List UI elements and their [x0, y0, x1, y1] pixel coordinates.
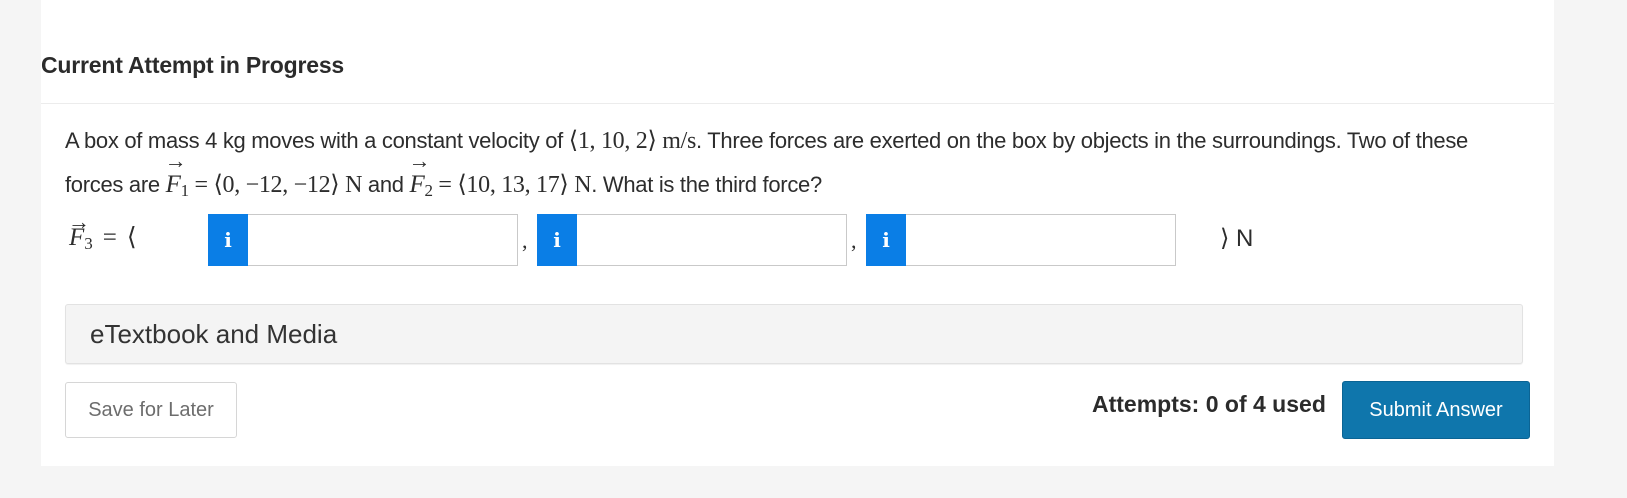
question-text: A box of mass 4 kg moves with a constant…: [65, 119, 1525, 212]
open-angle-bracket: ⟨: [126, 224, 137, 251]
answer-input-x[interactable]: [248, 214, 518, 266]
f3-subscript: 3: [84, 234, 93, 253]
f2-subscript: 2: [424, 181, 434, 200]
attempts-counter: Attempts: 0 of 4 used: [1092, 391, 1326, 417]
answer-input-y[interactable]: [577, 214, 847, 266]
info-icon[interactable]: i: [537, 214, 577, 266]
answer-unit: N: [1236, 225, 1254, 252]
answer-field-y: i: [537, 214, 847, 266]
answer-field-x: i: [208, 214, 518, 266]
save-for-later-button[interactable]: Save for Later: [65, 382, 237, 438]
vector-arrow-icon: →: [68, 209, 90, 234]
velocity-unit: m/s: [656, 128, 697, 154]
closing-unit: ⟩ N: [1220, 224, 1253, 253]
f1-unit: N: [345, 172, 363, 198]
and-text: and: [362, 172, 410, 197]
submit-answer-button[interactable]: Submit Answer: [1342, 381, 1530, 439]
f1-symbol: → F: [164, 148, 187, 199]
section-title: Current Attempt in Progress: [41, 52, 345, 78]
question-part-1: A box of mass 4 kg moves with a constant…: [65, 128, 569, 153]
f3-symbol: → F: [68, 209, 90, 252]
comma-separator: ,: [851, 228, 857, 253]
comma-separator: ,: [522, 228, 528, 253]
f1-value: = ⟨0, −12, −12⟩: [188, 172, 346, 198]
vector-arrow-icon: →: [164, 148, 187, 173]
f2-symbol: → F: [408, 148, 431, 199]
answer-row: → F3 = ⟨ i , i , i ⟩ N: [65, 209, 1525, 268]
velocity-value: ⟨1, 10, 2⟩: [568, 128, 657, 154]
question-part-3: . What is the third force?: [591, 172, 822, 197]
equals-sign: =: [102, 224, 117, 251]
f2-value: = ⟨10, 13, 17⟩: [432, 172, 575, 198]
title-divider: [41, 103, 1554, 104]
f1-subscript: 1: [180, 181, 190, 200]
answer-field-z: i: [866, 214, 1176, 266]
vector-arrow-icon: →: [408, 148, 431, 173]
f2-unit: N: [574, 172, 592, 198]
close-angle-bracket: ⟩: [1220, 226, 1230, 252]
f3-label: → F3 = ⟨: [68, 209, 137, 254]
question-card: Current Attempt in Progress A box of mas…: [41, 0, 1554, 466]
answer-input-z[interactable]: [906, 214, 1176, 266]
info-icon[interactable]: i: [866, 214, 906, 266]
etextbook-media-panel[interactable]: eTextbook and Media: [65, 304, 1523, 364]
info-icon[interactable]: i: [208, 214, 248, 266]
